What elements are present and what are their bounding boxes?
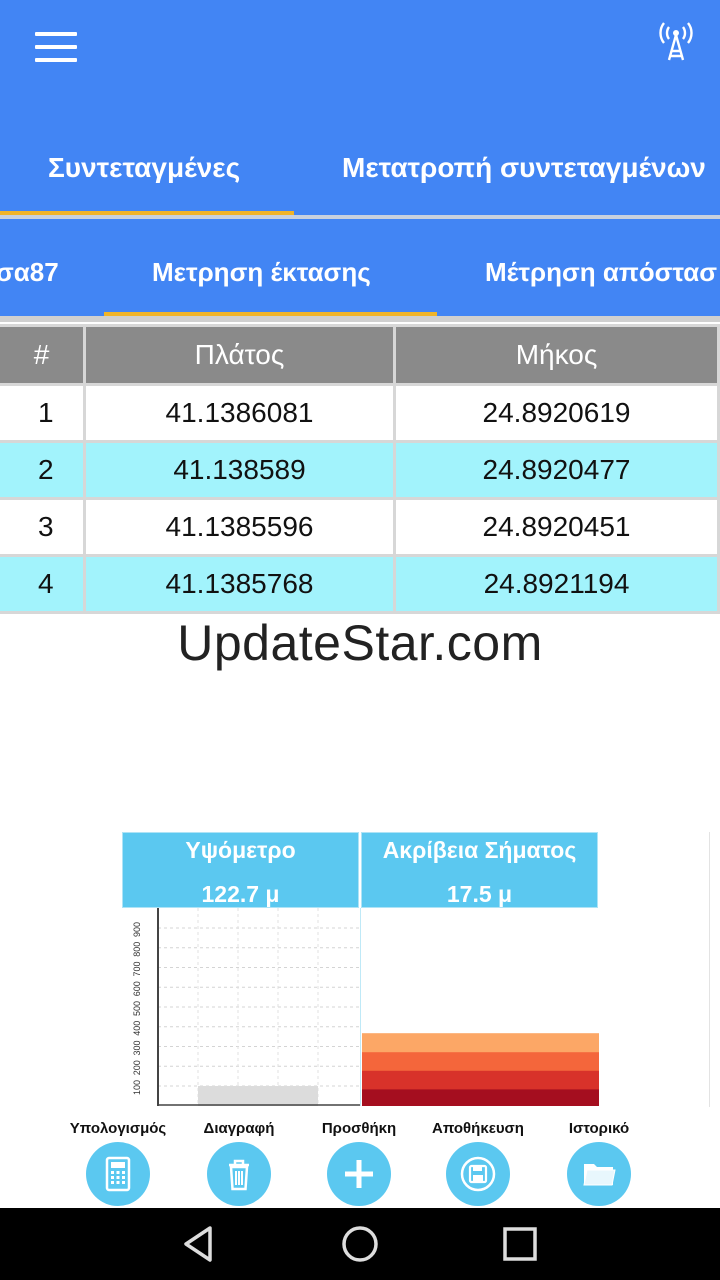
antenna-icon[interactable]: [656, 22, 696, 64]
accuracy-value: 17.5 μ: [446, 881, 513, 907]
tab-ggrs87[interactable]: σα87: [0, 257, 59, 288]
row-index: 2: [0, 440, 86, 500]
altitude-tick-label: 100: [132, 1080, 142, 1095]
table-header-row: # Πλάτος Μήκος: [0, 324, 720, 386]
history-button[interactable]: Ιστορικό: [539, 1118, 659, 1208]
edge-line: [709, 832, 710, 1107]
app-bar: Συντεταγμένες Μετατροπή συντεταγμένων: [0, 0, 720, 215]
altitude-bar: [198, 1086, 318, 1106]
history-label: Ιστορικό: [568, 1120, 630, 1137]
table-row[interactable]: 1 41.1386081 24.8920619: [0, 383, 720, 443]
table-row[interactable]: 2 41.138589 24.8920477: [0, 440, 720, 500]
header-index: #: [0, 324, 86, 386]
accuracy-label: Ακρίβεια Σήματος: [382, 837, 577, 863]
altitude-tick-label: 600: [132, 981, 142, 996]
folder-icon: [567, 1142, 631, 1206]
altitude-tick-label: 900: [132, 922, 142, 937]
signal-level-bar: [362, 1051, 599, 1071]
signal-level-bar: [362, 1033, 599, 1053]
tab-area-measurement[interactable]: Μετρηση έκτασης: [152, 257, 371, 288]
save-button[interactable]: Αποθήκευση: [418, 1118, 538, 1208]
row-longitude: 24.8921194: [393, 554, 720, 614]
home-icon[interactable]: [340, 1224, 380, 1264]
altitude-chart: 100 200 300 400 500 600 700 800 900: [120, 908, 360, 1106]
back-icon[interactable]: [180, 1224, 220, 1264]
row-latitude: 41.1386081: [83, 383, 396, 443]
watermark: UpdateStar.com: [177, 615, 543, 671]
main-tabs: Συντεταγμένες Μετατροπή συντεταγμένων: [0, 130, 720, 215]
row-latitude: 41.138589: [83, 440, 396, 500]
header-latitude: Πλάτος: [83, 324, 396, 386]
row-index: 3: [0, 497, 86, 557]
altitude-tick-label: 500: [132, 1001, 142, 1016]
altitude-value: 122.7 μ: [201, 881, 280, 907]
signal-bars: [362, 1033, 599, 1106]
calculator-icon: [86, 1142, 150, 1206]
row-latitude: 41.1385768: [83, 554, 396, 614]
tab-distance-measurement[interactable]: Μέτρηση απόστασ: [485, 257, 717, 288]
calculate-label: Υπολογισμός: [69, 1120, 167, 1137]
plus-icon: [327, 1142, 391, 1206]
sub-tabs: σα87 Μετρηση έκτασης Μέτρηση απόστασ: [0, 219, 720, 316]
table-row[interactable]: 4 41.1385768 24.8921194: [0, 554, 720, 614]
tab-coordinates[interactable]: Συντεταγμένες: [48, 152, 240, 184]
save-icon: [446, 1142, 510, 1206]
calculate-button[interactable]: Υπολογισμός: [58, 1118, 178, 1208]
action-bar: Υπολογισμός Διαγραφή Προσθήκη Αποθήκευση…: [0, 1118, 720, 1208]
row-longitude: 24.8920451: [393, 497, 720, 557]
row-latitude: 41.1385596: [83, 497, 396, 557]
tab-coordinate-conversion[interactable]: Μετατροπή συντεταγμένων: [342, 152, 706, 184]
row-longitude: 24.8920619: [393, 383, 720, 443]
save-label: Αποθήκευση: [432, 1120, 524, 1137]
altitude-panel: Υψόμετρο 122.7 μ: [122, 832, 359, 908]
altitude-tick-label: 400: [132, 1021, 142, 1036]
altitude-axis: 100 200 300 400 500 600 700 800 900: [132, 922, 142, 1095]
delete-label: Διαγραφή: [203, 1120, 275, 1137]
altitude-tick-label: 800: [132, 942, 142, 957]
trash-icon: [207, 1142, 271, 1206]
signal-accuracy-chart: [360, 908, 600, 1106]
add-label: Προσθήκη: [321, 1120, 397, 1137]
accuracy-panel: Ακρίβεια Σήματος 17.5 μ: [361, 832, 598, 908]
altitude-label: Υψόμετρο: [185, 837, 296, 863]
coordinates-table: # Πλάτος Μήκος 1 41.1386081 24.8920619 2…: [0, 324, 720, 614]
altitude-tick-label: 300: [132, 1040, 142, 1055]
header-longitude: Μήκος: [393, 324, 720, 386]
altitude-tick-label: 700: [132, 961, 142, 976]
table-row[interactable]: 3 41.1385596 24.8920451: [0, 497, 720, 557]
add-button[interactable]: Προσθήκη: [299, 1118, 419, 1208]
sub-tab-divider: [0, 316, 720, 322]
row-index: 1: [0, 383, 86, 443]
delete-button[interactable]: Διαγραφή: [179, 1118, 299, 1208]
recents-icon[interactable]: [500, 1224, 540, 1264]
signal-level-bar: [362, 1070, 599, 1090]
system-nav-bar: [0, 1208, 720, 1280]
signal-level-bar: [362, 1089, 599, 1106]
altitude-tick-label: 200: [132, 1060, 142, 1075]
row-longitude: 24.8920477: [393, 440, 720, 500]
row-index: 4: [0, 554, 86, 614]
hamburger-menu-icon[interactable]: [30, 28, 82, 68]
